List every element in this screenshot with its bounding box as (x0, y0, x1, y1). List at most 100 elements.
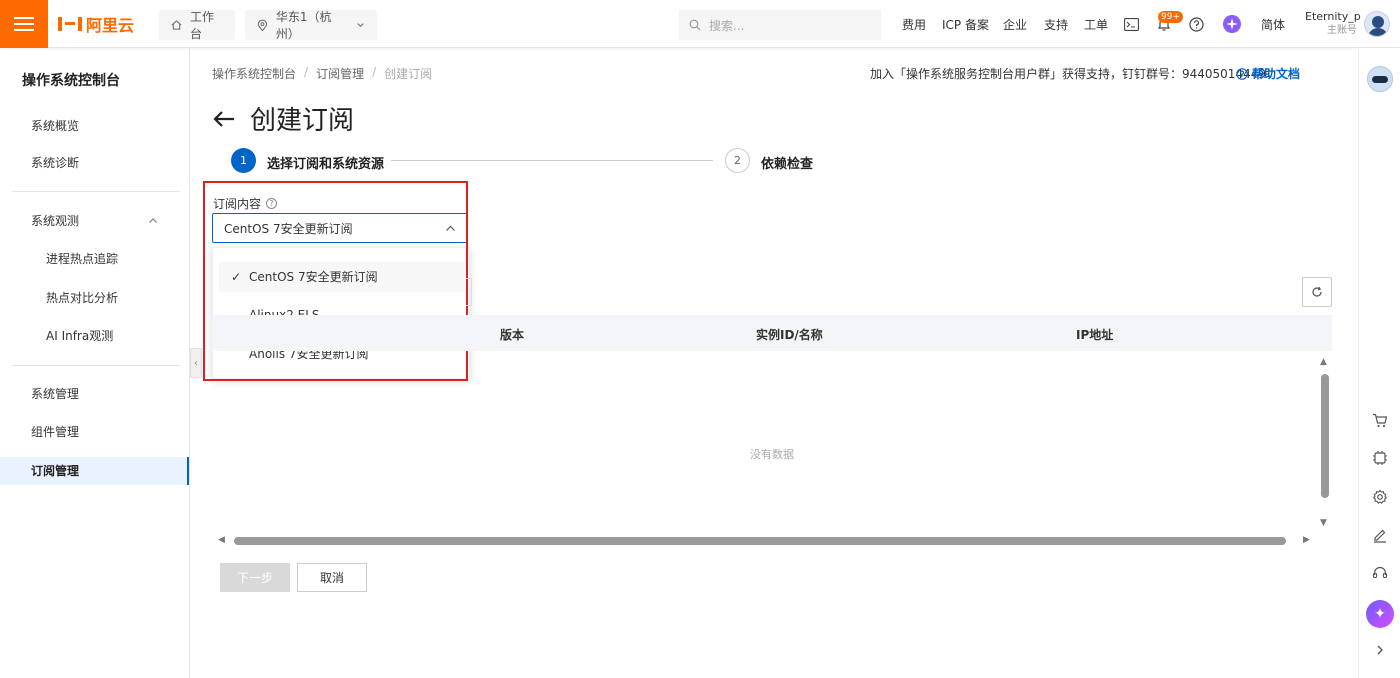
chevron-right-icon[interactable] (1370, 640, 1390, 660)
robot-assistant-icon[interactable] (1367, 66, 1393, 92)
help-circle-icon (1236, 67, 1248, 80)
step-number: 2 (725, 148, 750, 173)
sidebar-item-ai-infra[interactable]: AI Infra观测 (0, 322, 189, 350)
avatar[interactable] (1364, 11, 1390, 37)
scroll-down-icon[interactable]: ▼ (1320, 518, 1327, 528)
chip-icon[interactable] (1370, 448, 1390, 468)
step-number: 1 (231, 148, 256, 173)
support-notice: 加入「操作系统服务控制台用户群」获得支持，钉钉群号：94405014449 (870, 67, 1266, 81)
check-icon: ✓ (231, 270, 242, 284)
sidebar-item-observe[interactable]: 系统观测 (0, 207, 189, 235)
page-title-row: 创建订阅 (212, 100, 354, 137)
notification-badge: 99+ (1158, 11, 1183, 23)
top-bar: 阿里云 工作台 华东1（杭州） 搜索... 费用 ICP 备案 企业 支持 工单… (0, 0, 1400, 48)
aliyun-logo-icon (58, 17, 82, 31)
help-doc-label: 帮助文档 (1252, 67, 1301, 81)
subscription-dropdown: ✓ CentOS 7安全更新订阅 Alinux2 ELS Anolis 7安全更… (212, 247, 470, 379)
nav-ticket[interactable]: 工单 (1084, 0, 1108, 48)
sidebar-item-subscription[interactable]: 订阅管理 (0, 457, 189, 485)
column-header: 实例ID/名称 (756, 328, 823, 342)
bell-icon[interactable] (1157, 0, 1171, 48)
scroll-left-icon[interactable]: ◀ (218, 535, 225, 545)
workbench-button[interactable]: 工作台 (159, 10, 235, 41)
location-icon (257, 19, 267, 31)
workbench-label: 工作台 (190, 10, 215, 41)
sidebar-collapse-button[interactable]: ‹ (190, 348, 202, 378)
step-connector (391, 160, 713, 161)
column-header: 版本 (500, 328, 525, 342)
refresh-icon (1312, 286, 1322, 297)
aliyun-logo[interactable]: 阿里云 (58, 13, 134, 35)
sidebar-item-label: 系统观测 (31, 214, 80, 228)
nav-fee[interactable]: 费用 (902, 0, 926, 48)
subscription-label-text: 订阅内容 (213, 197, 262, 211)
scroll-right-icon[interactable]: ▶ (1303, 535, 1310, 545)
empty-state-text: 没有数据 (750, 448, 794, 461)
sidebar-item-process-hotspot[interactable]: 进程热点追踪 (0, 245, 189, 273)
sidebar-item-component-manage[interactable]: 组件管理 (0, 418, 189, 446)
vertical-scrollbar[interactable] (1321, 374, 1329, 498)
question-icon[interactable]: ? (266, 198, 278, 209)
region-selector[interactable]: 华东1（杭州） (245, 10, 377, 41)
nav-support[interactable]: 支持 (1044, 0, 1068, 48)
breadcrumb: 操作系统控制台 / 订阅管理 / 创建订阅 (212, 65, 432, 82)
sidebar-title: 操作系统控制台 (22, 73, 120, 89)
search-icon (689, 19, 701, 31)
horizontal-scrollbar[interactable] (234, 537, 1286, 545)
subscription-select[interactable]: CentOS 7安全更新订阅 (212, 213, 468, 243)
help-icon[interactable] (1189, 0, 1204, 48)
table-header: 版本 实例ID/名称 IP地址 (212, 315, 1332, 351)
breadcrumb-separator: / (372, 65, 377, 79)
sidebar-item-diagnosis[interactable]: 系统诊断 (0, 149, 189, 177)
breadcrumb-item[interactable]: 订阅管理 (316, 65, 364, 82)
breadcrumb-separator: / (304, 65, 309, 79)
help-doc-link[interactable]: 帮助文档 (1236, 65, 1300, 82)
sidebar-divider (12, 365, 180, 366)
breadcrumb-item[interactable]: 操作系统控制台 (212, 65, 296, 82)
search-placeholder: 搜索... (709, 18, 745, 33)
cancel-button[interactable]: 取消 (297, 563, 367, 592)
step-label: 选择订阅和系统资源 (267, 157, 385, 172)
sidebar-item-hotspot-compare[interactable]: 热点对比分析 (0, 284, 189, 312)
refresh-button[interactable] (1302, 277, 1332, 307)
sidebar-divider (12, 191, 180, 192)
nav-enterprise[interactable]: 企业 (1003, 0, 1027, 48)
subscription-label: 订阅内容 ? (213, 195, 278, 212)
breadcrumb-current: 创建订阅 (384, 67, 433, 81)
gear-icon[interactable] (1370, 487, 1390, 507)
dropdown-option[interactable]: ✓ CentOS 7安全更新订阅 (219, 262, 465, 292)
sidebar-item-system-manage[interactable]: 系统管理 (0, 380, 189, 408)
cart-icon[interactable] (1370, 410, 1390, 430)
step-indicator: 1 选择订阅和系统资源 2 依赖检查 (231, 148, 831, 174)
step-label: 依赖检查 (761, 157, 814, 172)
logo-text: 阿里云 (86, 16, 135, 35)
back-arrow-icon[interactable] (212, 109, 236, 129)
nav-icp[interactable]: ICP 备案 (942, 0, 989, 48)
subscription-selected-value: CentOS 7安全更新订阅 (224, 221, 353, 236)
filter-input-edge[interactable] (466, 278, 472, 306)
scroll-up-icon[interactable]: ▲ (1320, 357, 1327, 367)
edit-icon[interactable] (1370, 525, 1390, 545)
home-icon (171, 20, 182, 30)
terminal-icon[interactable] (1124, 0, 1139, 48)
ai-sparkle-icon[interactable]: ✦ (1366, 600, 1394, 628)
chevron-down-icon (357, 23, 364, 28)
sidebar: 操作系统控制台 系统概览 系统诊断 系统观测 进程热点追踪 热点对比分析 AI … (0, 48, 190, 678)
sidebar-item-overview[interactable]: 系统概览 (0, 112, 189, 140)
page-title: 创建订阅 (250, 106, 355, 136)
search-input[interactable]: 搜索... (679, 10, 881, 40)
next-button[interactable]: 下一步 (220, 563, 290, 592)
chevron-up-icon (446, 225, 455, 231)
chevron-up-icon (149, 218, 157, 223)
ai-assistant-icon[interactable] (1223, 0, 1241, 48)
column-header: IP地址 (1076, 328, 1114, 342)
user-role: 主账号 (1327, 25, 1357, 36)
language-switch[interactable]: 简体 (1261, 0, 1285, 48)
menu-icon[interactable] (0, 0, 48, 48)
headset-icon[interactable] (1370, 563, 1390, 583)
user-info[interactable]: Eternity_p 主账号 (1305, 10, 1361, 38)
user-name: Eternity_p (1305, 10, 1361, 23)
dropdown-option-label: CentOS 7安全更新订阅 (249, 270, 378, 284)
region-label: 华东1（杭州） (275, 10, 332, 41)
right-rail: ✦ (1358, 48, 1400, 678)
